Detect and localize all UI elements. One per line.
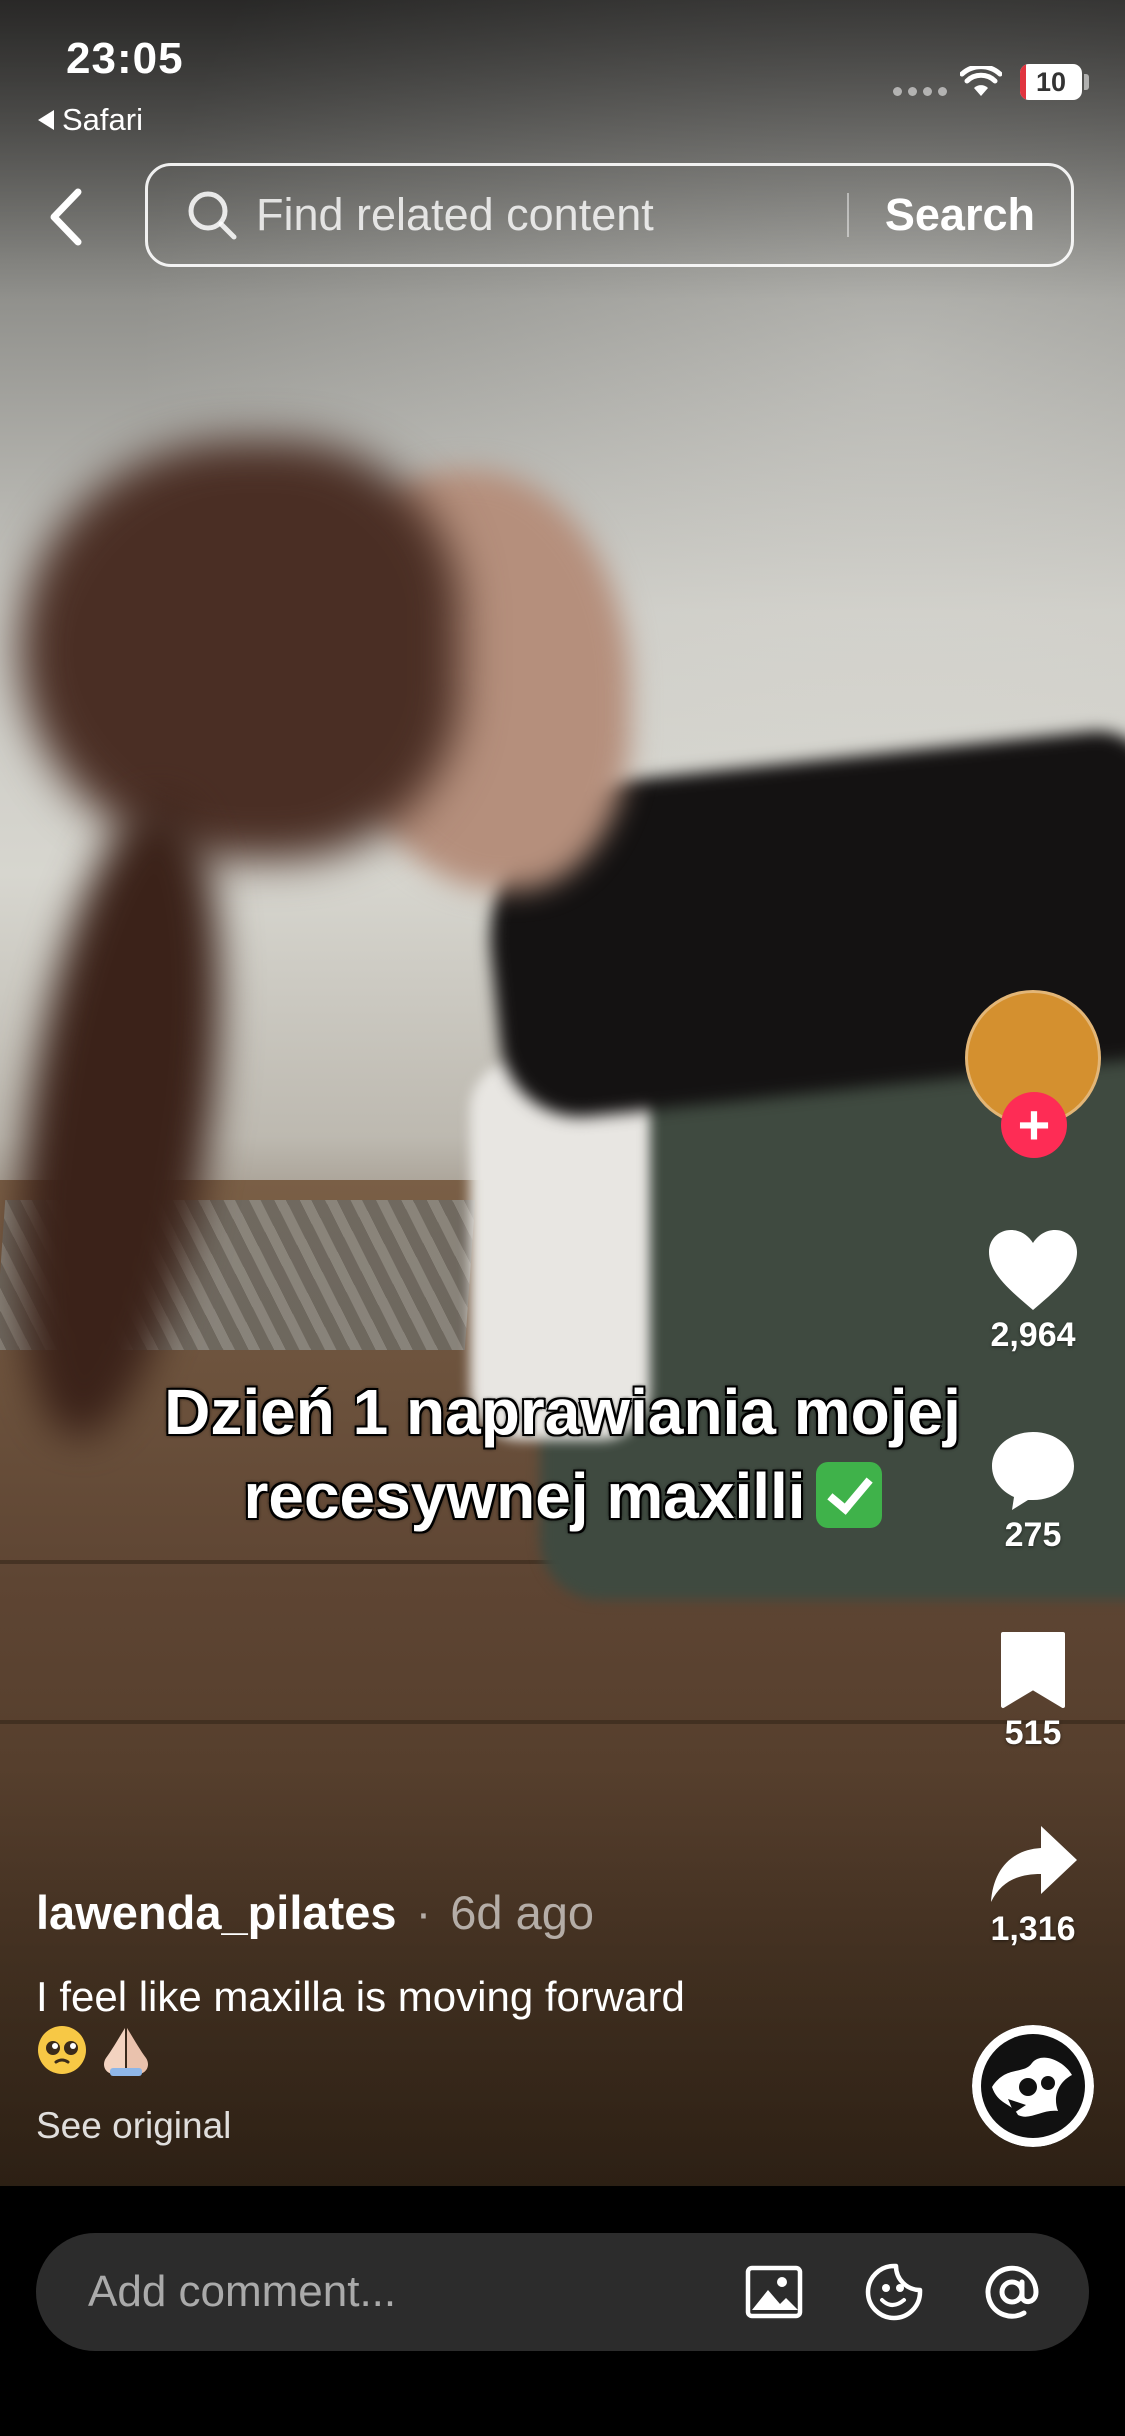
comment-bubble-icon — [992, 1432, 1074, 1510]
author-username[interactable]: lawenda_pilates — [36, 1886, 397, 1939]
back-chevron-icon[interactable] — [42, 186, 92, 248]
heart-icon — [989, 1230, 1077, 1310]
video-person-hair — [20, 440, 460, 860]
pleading-face-emoji — [38, 2026, 86, 2074]
music-disc[interactable] — [972, 2025, 1094, 2147]
search-button[interactable]: Search — [885, 189, 1035, 241]
search-bar[interactable]: Find related content Search — [145, 163, 1074, 267]
sticker-emoji-icon[interactable] — [864, 2262, 924, 2322]
floor-board-line — [0, 1720, 1125, 1724]
search-icon — [188, 191, 237, 240]
image-icon[interactable] — [744, 2262, 804, 2322]
back-app-label: Safari — [62, 102, 143, 137]
save-button[interactable]: 515 — [965, 1630, 1101, 1753]
battery-level-fill — [1020, 64, 1027, 100]
like-button[interactable]: 2,964 — [965, 1228, 1101, 1355]
battery-indicator: 10 — [1020, 64, 1082, 100]
back-triangle-icon — [38, 110, 54, 130]
check-mark-icon — [815, 1462, 882, 1528]
follow-plus-button[interactable]: + — [1001, 1092, 1067, 1158]
overlay-caption-line-2-wrap: recesywnej maxilli — [80, 1454, 1045, 1538]
search-divider — [846, 193, 849, 237]
description-emoji-row — [36, 2024, 156, 2076]
comment-bar[interactable]: Add comment... — [36, 2233, 1089, 2351]
author-line: lawenda_pilates · 6d ago — [36, 1885, 594, 1940]
author-separator: · — [415, 1886, 432, 1939]
overlay-caption-line-2: recesywnej maxilli — [243, 1460, 806, 1532]
bookmark-icon — [1001, 1632, 1065, 1708]
folded-hands-emoji — [104, 2028, 148, 2076]
post-time: 6d ago — [450, 1886, 595, 1939]
comment-button[interactable]: 275 — [965, 1428, 1101, 1555]
video-overlay-caption: Dzień 1 naprawiania mojej recesywnej max… — [80, 1370, 1045, 1538]
share-count: 1,316 — [990, 1910, 1076, 1948]
share-icon — [991, 1826, 1077, 1902]
wifi-icon — [960, 66, 1002, 96]
save-count: 515 — [1004, 1714, 1062, 1752]
overlay-caption-line-1: Dzień 1 naprawiania mojej — [164, 1376, 961, 1448]
video-player[interactable] — [0, 0, 1125, 2186]
comment-input[interactable]: Add comment... — [88, 2267, 396, 2317]
like-count: 2,964 — [990, 1316, 1076, 1354]
tiktok-video-screen: 23:05 Safari 10 Find related content Sea… — [0, 0, 1125, 2436]
see-original-link[interactable]: See original — [36, 2105, 231, 2147]
mention-icon[interactable] — [982, 2262, 1042, 2322]
post-description: I feel like maxilla is moving forward — [36, 1973, 685, 2020]
share-button[interactable]: 1,316 — [965, 1822, 1101, 1949]
cellular-signal-icon — [893, 87, 947, 96]
comment-count: 275 — [1004, 1516, 1062, 1554]
music-disc-artwork-icon — [972, 2025, 1094, 2147]
search-input[interactable]: Find related content — [256, 189, 847, 241]
battery-label: 10 — [1035, 66, 1067, 97]
battery-tip — [1084, 74, 1089, 90]
back-to-app-link[interactable]: Safari — [38, 102, 143, 138]
status-time: 23:05 — [66, 34, 184, 83]
